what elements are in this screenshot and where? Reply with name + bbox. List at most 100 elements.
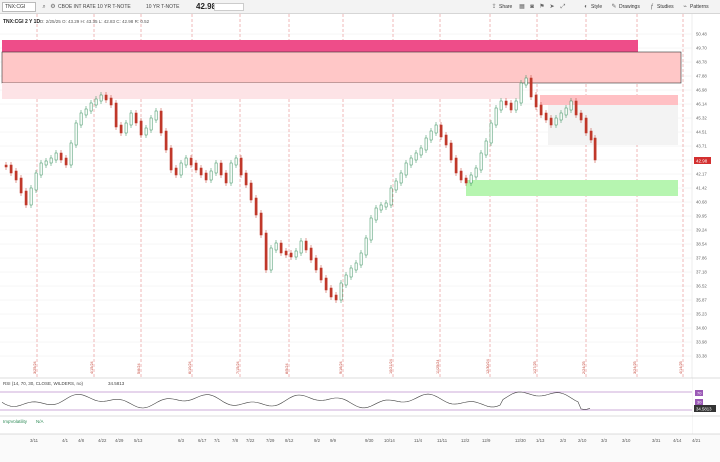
- price-label: 43.71: [696, 144, 707, 149]
- time-axis[interactable]: [0, 434, 720, 462]
- rsi-value: 34.5813: [108, 381, 125, 386]
- date-line-label: 10/21/24: [389, 359, 393, 374]
- candle-body: [494, 107, 498, 126]
- drawings-icon[interactable]: ✎: [610, 3, 618, 11]
- candle-body: [399, 172, 403, 184]
- candle-body: [269, 247, 273, 271]
- candle-body: [424, 137, 428, 151]
- candle-body: [134, 112, 138, 124]
- camera-icon[interactable]: ◙: [528, 3, 536, 11]
- candle-body: [64, 157, 68, 166]
- drawings-button[interactable]: Drawings: [619, 3, 640, 11]
- date-line-label: 5/6/24: [137, 363, 141, 374]
- date-line-label: 3/25/24: [33, 361, 37, 374]
- chart-area[interactable]: 3/25/24 4/15/24 5/6/24 6/10/24 7/15/24 8/5/24…: [0, 14, 720, 462]
- time-label: 4/14: [673, 438, 682, 443]
- search-icon[interactable]: ⌕: [40, 3, 48, 11]
- support-zone-green[interactable]: [466, 180, 678, 196]
- candle-body: [264, 232, 268, 271]
- candle-body: [174, 167, 178, 176]
- candle-body: [289, 252, 293, 258]
- date-line-label: 1/27/25: [533, 361, 537, 374]
- studies-icon[interactable]: ƒ: [648, 3, 656, 11]
- candle-body: [369, 217, 373, 241]
- candle-body: [9, 164, 13, 174]
- zone-pink-small[interactable]: [540, 95, 678, 105]
- price-label: 47.88: [696, 74, 707, 79]
- time-label: 2/3: [560, 438, 567, 443]
- candle-body: [199, 167, 203, 176]
- share-icon[interactable]: ⇪: [490, 3, 498, 11]
- candle-body: [44, 160, 48, 166]
- expand-icon[interactable]: ⤢: [559, 3, 567, 11]
- patterns-icon[interactable]: ⌁: [681, 3, 689, 11]
- candle-body: [389, 187, 393, 206]
- candle-body: [94, 98, 98, 106]
- price-label: 46.98: [696, 88, 707, 93]
- candle-body: [559, 112, 563, 121]
- time-label: 9/30: [365, 438, 374, 443]
- candle-body: [519, 82, 523, 104]
- style-button[interactable]: Style: [591, 3, 602, 11]
- candle-body: [129, 112, 133, 126]
- time-label: 9/9: [330, 438, 337, 443]
- candle-body: [434, 124, 438, 134]
- candle-body: [114, 102, 118, 128]
- candle-body: [394, 180, 398, 191]
- time-label: 4/1: [62, 438, 69, 443]
- ohlc-readout: D: 2/25/25 O: 43.29 H: 43.35 L: 42.83 C:…: [40, 19, 150, 24]
- candle-body: [34, 172, 38, 191]
- candle-body: [504, 100, 508, 106]
- candle-body: [574, 100, 578, 116]
- resistance-zone-light[interactable]: [2, 83, 522, 99]
- patterns-button[interactable]: Patterns: [690, 3, 709, 11]
- resistance-zone-magenta[interactable]: [2, 40, 638, 52]
- candle-body: [99, 94, 103, 102]
- resistance-zone-pink[interactable]: [1, 51, 682, 84]
- flag-icon[interactable]: ⚑: [538, 3, 546, 11]
- candle-body: [514, 100, 518, 111]
- candle-body: [89, 102, 93, 112]
- candle-body: [509, 102, 513, 111]
- candle-body: [319, 267, 323, 281]
- arrow-icon[interactable]: ➤: [548, 3, 556, 11]
- candle-body: [349, 267, 353, 278]
- candle-body: [374, 207, 378, 221]
- symbol-input[interactable]: TNX:CGI: [2, 2, 36, 12]
- impvol-pane[interactable]: [0, 416, 692, 434]
- gear-icon[interactable]: ⚙: [49, 3, 57, 11]
- candle-body: [449, 142, 453, 161]
- candle-body: [164, 130, 168, 151]
- time-label: 3/31: [652, 438, 661, 443]
- candle-body: [474, 167, 478, 178]
- time-label: 7/29: [266, 438, 275, 443]
- time-label: 12/9: [482, 438, 491, 443]
- price-label: 38.54: [696, 242, 707, 247]
- zone-gray[interactable]: [548, 105, 678, 145]
- candle-body: [549, 117, 553, 126]
- studies-button[interactable]: Studies: [657, 3, 674, 11]
- candle-body: [459, 170, 463, 181]
- candle-body: [439, 124, 443, 138]
- price-label: 35.23: [696, 312, 707, 317]
- style-icon[interactable]: ◐: [582, 3, 590, 11]
- candle-body: [79, 112, 83, 126]
- symbol-description-short: 10 YR T-NOTE: [146, 4, 180, 10]
- time-label: 4/29: [115, 438, 124, 443]
- candle-body: [229, 162, 233, 184]
- date-line-label: 6/10/24: [188, 361, 192, 374]
- candle-body: [344, 274, 348, 286]
- candle-body: [589, 130, 593, 141]
- candle-body: [299, 240, 303, 254]
- share-button[interactable]: Share: [499, 3, 512, 11]
- candle-body: [359, 252, 363, 266]
- price-label: 45.32: [696, 116, 707, 121]
- candle-body: [144, 127, 148, 136]
- grid-icon[interactable]: ▦: [518, 3, 526, 11]
- candle-body: [314, 257, 318, 271]
- date-line-label: 11/25/24: [436, 360, 440, 375]
- rsi-upper-value: 70: [697, 391, 702, 396]
- price-label: 41.42: [696, 186, 707, 191]
- candle-body: [109, 97, 113, 106]
- time-label: 5/13: [134, 438, 143, 443]
